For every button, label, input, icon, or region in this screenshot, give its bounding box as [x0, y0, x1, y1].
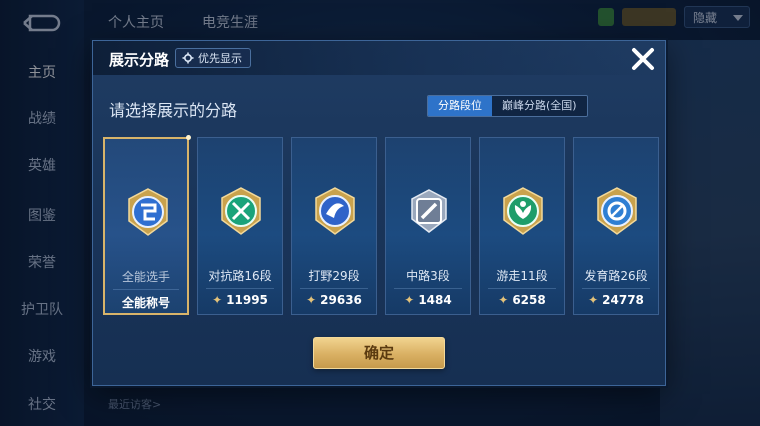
modal-subtitle: 请选择展示的分路 [109, 101, 238, 120]
card-title-label: 全能称号 [105, 294, 187, 311]
close-icon[interactable] [629, 45, 657, 73]
confirm-button[interactable]: 确定 [313, 337, 445, 369]
tab-lane-rank[interactable]: 分路段位 [428, 96, 492, 116]
score-icon: ✦ [588, 293, 599, 307]
jungle-icon [315, 187, 355, 235]
tab-peak-lane[interactable]: 巅峰分路(全国) [492, 96, 587, 116]
score-icon: ✦ [404, 293, 415, 307]
card-divider [113, 289, 179, 290]
score-icon: ✦ [498, 293, 509, 307]
card-name: 发育路26段 [584, 269, 648, 283]
card-score-value: 11995 [226, 293, 268, 307]
lane-card-list: 全能选手 全能称号 对抗路16段 ✦ 11995 打野29段 ✦ 29636 中… [103, 135, 659, 315]
card-name: 游走11段 [496, 269, 548, 283]
priority-display-button[interactable]: 优先显示 [175, 48, 251, 68]
card-score: ✦ 11995 [198, 293, 282, 307]
modal-title: 展示分路 [109, 51, 170, 69]
card-score: ✦ 29636 [292, 293, 376, 307]
lane-type-toggle: 分路段位 巅峰分路(全国) [427, 95, 588, 117]
lane-card-roam[interactable]: 游走11段 ✦ 6258 [479, 137, 565, 315]
farm-lane-icon [597, 187, 637, 235]
all-rounder-icon [128, 188, 168, 236]
card-name: 中路3段 [406, 269, 450, 283]
card-name: 全能选手 [121, 270, 170, 284]
lane-card-mid[interactable]: 中路3段 ✦ 1484 [385, 137, 471, 315]
card-divider [300, 288, 368, 289]
score-icon: ✦ [306, 293, 317, 307]
clash-lane-icon [221, 187, 261, 235]
card-score: ✦ 6258 [480, 293, 564, 307]
lane-card-all-rounder[interactable]: 全能选手 全能称号 [103, 135, 191, 315]
card-score: ✦ 24778 [574, 293, 658, 307]
card-divider [394, 288, 462, 289]
card-divider [488, 288, 556, 289]
priority-display-label: 优先显示 [198, 52, 242, 65]
card-score-value: 6258 [512, 293, 546, 307]
card-score-value: 1484 [418, 293, 452, 307]
lane-display-modal: 展示分路 优先显示 请选择展示的分路 分路段位 巅峰分路(全国) 全能选手 全能… [92, 40, 666, 386]
gear-icon [182, 52, 194, 64]
card-divider [582, 288, 650, 289]
lane-card-clash[interactable]: 对抗路16段 ✦ 11995 [197, 137, 283, 315]
card-score: ✦ 1484 [386, 293, 470, 307]
card-name: 对抗路16段 [208, 269, 272, 283]
lane-card-farm[interactable]: 发育路26段 ✦ 24778 [573, 137, 659, 315]
card-score-value: 29636 [320, 293, 362, 307]
roam-icon [503, 187, 543, 235]
card-score-value: 24778 [602, 293, 644, 307]
lane-card-jungle[interactable]: 打野29段 ✦ 29636 [291, 137, 377, 315]
card-name: 打野29段 [308, 269, 360, 283]
score-icon: ✦ [212, 293, 223, 307]
mid-lane-icon [411, 189, 447, 233]
card-divider [206, 288, 274, 289]
card-foot-text: 全能称号 [121, 296, 170, 310]
